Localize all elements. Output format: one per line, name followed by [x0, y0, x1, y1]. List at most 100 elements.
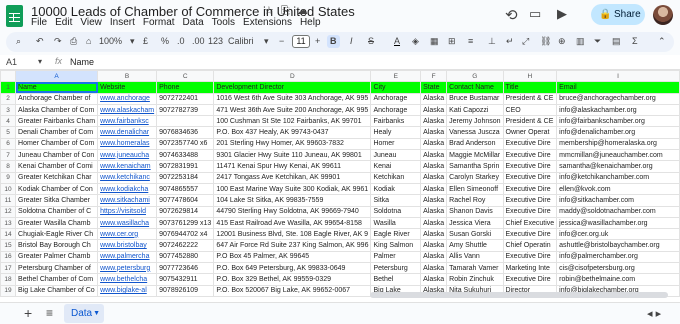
menu-view[interactable]: View [80, 17, 102, 28]
increase-decimal-button[interactable]: .00 [192, 36, 205, 46]
add-sheet-icon[interactable]: + [24, 305, 32, 321]
cell[interactable]: Samantha Sprin [446, 160, 504, 173]
row-number[interactable]: 3 [0, 103, 17, 117]
cell[interactable]: Phone [156, 81, 215, 94]
percent-format-button[interactable]: % [161, 36, 169, 46]
spreadsheet-grid[interactable]: A B C D E F G H I 1 Name Website Phone D… [0, 70, 680, 302]
borders-icon[interactable]: ▦ [430, 36, 439, 47]
horizontal-align-icon[interactable]: ≡ [468, 36, 473, 46]
cell[interactable]: info@fairbankschamber.org [556, 115, 680, 128]
row-number[interactable]: 11 [0, 194, 17, 207]
cell[interactable]: Alaska [420, 103, 448, 117]
cell[interactable]: CEO [502, 103, 558, 117]
cell[interactable]: Alaska [420, 182, 448, 196]
cell[interactable]: www.juneaucha [97, 149, 158, 162]
row-number[interactable]: 16 [0, 250, 17, 264]
cell[interactable]: cis@cisofpetersburg.org [556, 262, 680, 275]
cell[interactable]: ashuttle@bristolbaychamber.org [556, 239, 680, 252]
column-header[interactable]: G [446, 70, 504, 83]
meet-icon[interactable]: ▶ [557, 6, 567, 22]
cell[interactable]: Website [97, 81, 158, 94]
cell[interactable]: www.fairbanksc [97, 115, 158, 128]
row-number[interactable]: 19 [0, 284, 17, 297]
cell[interactable]: www.cer.org [97, 228, 158, 241]
cell[interactable]: 9072782739 [156, 103, 215, 117]
cell[interactable]: Anchorage Chamber of [15, 92, 99, 105]
cell[interactable]: Eagle River [370, 228, 422, 241]
cell[interactable]: maddy@soldotnachamber.com [556, 205, 680, 218]
cell[interactable]: P.O Box 45 Palmer, AK 99645 [213, 250, 372, 264]
cell[interactable]: Amy Shuttle [446, 239, 504, 252]
cell[interactable]: 44790 Sterling Hwy Soldotna, AK 99669-79… [213, 205, 372, 218]
menu-data[interactable]: Data [183, 17, 204, 28]
decrease-decimal-button[interactable]: .0 [177, 36, 185, 46]
cell[interactable]: www.petersburg [97, 262, 158, 275]
name-box[interactable]: A1 [6, 57, 42, 67]
cell[interactable]: www.kenaicham [97, 160, 158, 173]
cell[interactable]: President & CE [502, 92, 558, 105]
cell[interactable]: Contact Name [446, 81, 504, 94]
menu-tools[interactable]: Tools [212, 17, 235, 28]
cell[interactable]: Ellen Simeonoff [446, 182, 504, 196]
cell[interactable]: www.bethelcha [97, 273, 158, 286]
row-number[interactable]: 10 [0, 182, 17, 196]
cell[interactable]: Alaska [420, 273, 448, 286]
cell[interactable]: info@ketchikanchamber.com [556, 171, 680, 184]
column-header[interactable]: C [156, 70, 215, 83]
chevron-down-icon[interactable]: ▾ [38, 57, 42, 66]
column-header[interactable]: H [502, 70, 558, 83]
row-number[interactable]: 13 [0, 216, 17, 230]
cell[interactable]: Chief Executive [502, 216, 558, 230]
functions-icon[interactable]: Σ [632, 36, 638, 46]
column-header[interactable]: E [370, 70, 422, 83]
cell[interactable] [156, 115, 215, 128]
cell[interactable]: 1016 West 6th Ave Suite 303 Anchorage, A… [213, 92, 372, 105]
cell[interactable]: Alaska [420, 160, 448, 173]
cell[interactable]: Kenai Chamber of Comi [15, 160, 99, 173]
cell[interactable]: Alaska [420, 250, 448, 264]
bold-button[interactable]: B [327, 35, 340, 48]
cell[interactable]: P.O. Box 649 Petersburg, AK 99833-0649 [213, 262, 372, 275]
cell[interactable]: 9074865557 [156, 182, 215, 196]
cell[interactable]: Kodiak Chamber of Con [15, 182, 99, 196]
cell[interactable]: 9072722401 [156, 92, 215, 105]
cell[interactable]: 9076944702 x4 [156, 228, 215, 241]
formula-input[interactable]: Name [70, 57, 94, 67]
cell[interactable]: Marketing Inte [502, 262, 558, 275]
text-rotation-icon[interactable]: ⤢ [522, 36, 529, 47]
cell[interactable]: 647 Air Force Rd Suite 237 King Salmon, … [213, 239, 372, 252]
cell[interactable]: Kati Capozzi [446, 103, 504, 117]
cell[interactable]: Healy [370, 126, 422, 139]
cell[interactable]: 104 Lake St Sitka, AK 99835-7559 [213, 194, 372, 207]
cell[interactable]: Chugiak-Eagle River Ch [15, 228, 99, 241]
cell[interactable]: P.O. Box 437 Healy, AK 99743-0437 [213, 126, 372, 139]
font-select[interactable]: Calibri [228, 36, 254, 46]
merge-cells-icon[interactable]: ⊞ [448, 36, 456, 47]
fill-color-icon[interactable]: ◈ [412, 36, 419, 47]
cell[interactable]: Jessica Viera [446, 216, 504, 230]
cell[interactable]: 2417 Tongass Ave Ketchikan, AK 99901 [213, 171, 372, 184]
cell[interactable]: Alaska [420, 92, 448, 105]
cell[interactable]: Bristol Bay Borough Ch [15, 239, 99, 252]
cell[interactable]: Name [15, 81, 99, 94]
cell[interactable]: Bethel Chamber of Com [15, 273, 99, 286]
cell[interactable]: Development Director [213, 81, 372, 94]
cell[interactable]: Greater Fairbanks Cham [15, 115, 99, 128]
row-number[interactable]: 5 [0, 126, 17, 139]
cell[interactable]: www.denalichar [97, 126, 158, 139]
star-icon[interactable]: ☆ [264, 5, 274, 17]
cell[interactable]: Executive Dire [502, 149, 558, 162]
insert-comment-icon[interactable]: ⊕ [558, 36, 566, 47]
insert-link-icon[interactable]: ⛓ [540, 36, 551, 47]
cell[interactable]: Executive Dire [502, 137, 558, 151]
cell[interactable]: Allis Vann [446, 250, 504, 264]
text-color-button[interactable]: A [394, 36, 400, 46]
cell[interactable]: Alaska [420, 228, 448, 241]
collapse-toolbar-icon[interactable]: ⌃ [658, 36, 666, 47]
menu-edit[interactable]: Edit [55, 17, 72, 28]
cell[interactable]: Jeremy Johnson [446, 115, 504, 128]
cell[interactable]: 9072357740 x6 [156, 137, 215, 151]
cell[interactable]: Email [556, 81, 680, 94]
avatar[interactable] [653, 5, 673, 25]
cell[interactable]: Alaska [420, 115, 448, 128]
